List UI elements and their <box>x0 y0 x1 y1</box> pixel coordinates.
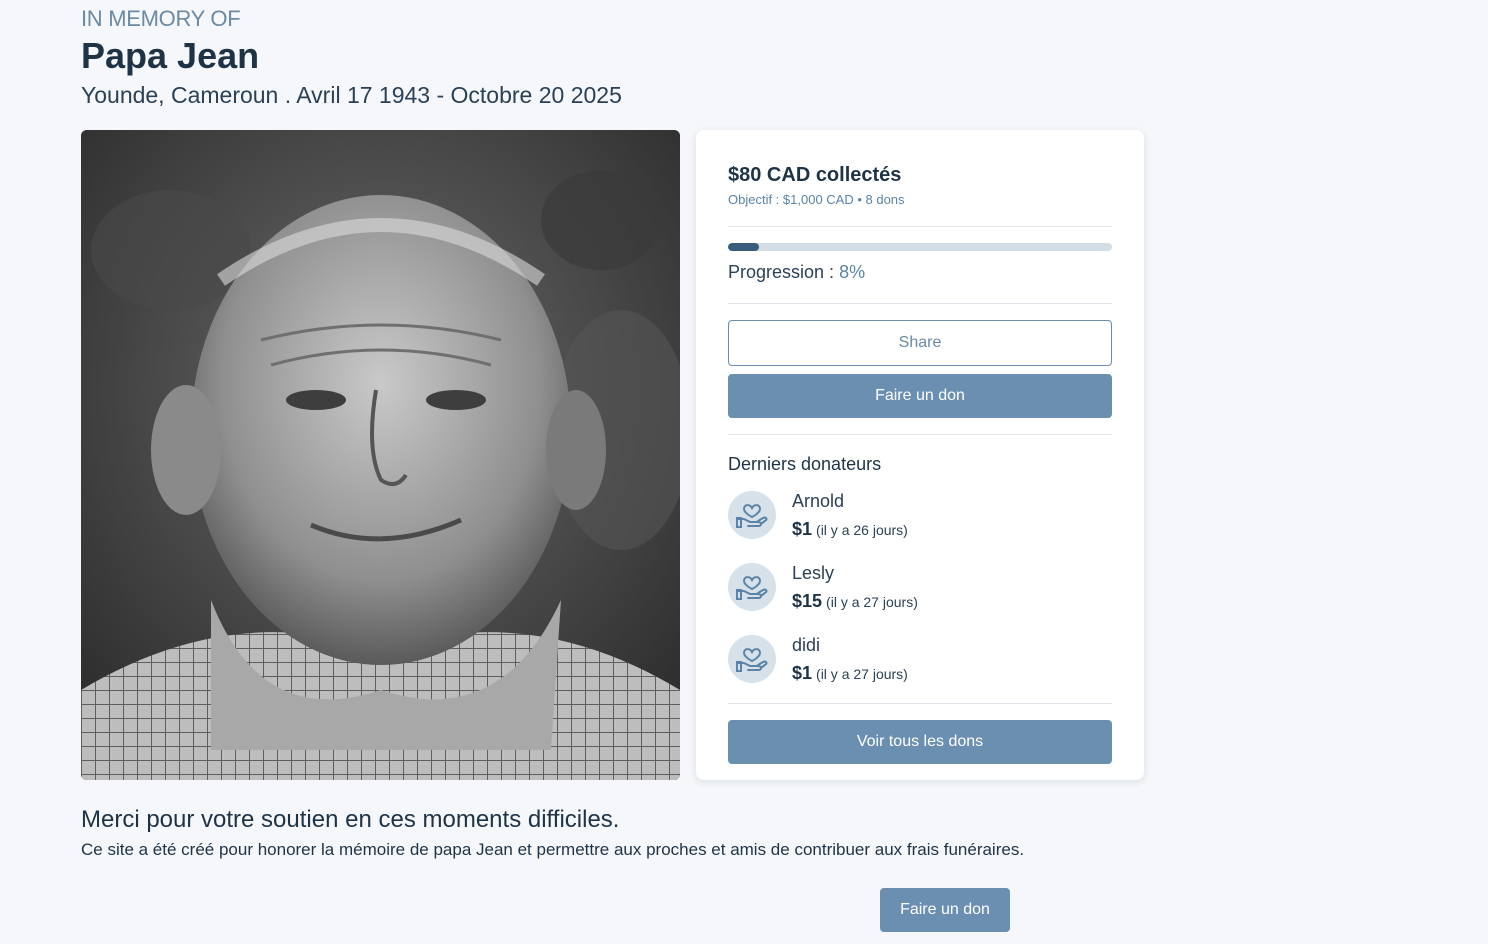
hand-heart-icon <box>728 563 776 611</box>
progress-label: Progression : <box>728 262 840 282</box>
donor-item: didi $1 (il y a 27 jours) <box>728 635 1112 691</box>
donor-item: Lesly $15 (il y a 27 jours) <box>728 563 1112 619</box>
donor-name: Arnold <box>792 491 845 511</box>
progress-bar <box>728 243 1112 251</box>
memorial-page: IN MEMORY OF Papa Jean Younde, Cameroun … <box>0 0 1488 944</box>
donor-name: didi <box>792 635 821 655</box>
donate-button[interactable]: Faire un don <box>728 374 1112 418</box>
donor-item: Arnold $1 (il y a 26 jours) <box>728 491 1112 547</box>
donor-time: (il y a 27 jours) <box>816 666 908 682</box>
divider <box>728 703 1112 704</box>
raised-amount: $80 CAD collectés <box>728 164 902 186</box>
donor-amount-value: $15 <box>792 591 823 611</box>
donor-amount: $1 (il y a 27 jours) <box>792 663 908 684</box>
goal-info: Objectif : $1,000 CAD • 8 dons <box>728 192 905 207</box>
page-title: Papa Jean <box>81 35 260 76</box>
donor-time: (il y a 26 jours) <box>816 522 908 538</box>
donor-amount: $15 (il y a 27 jours) <box>792 591 918 612</box>
description-text: Ce site a été créé pour honorer la mémoi… <box>81 840 1025 859</box>
donation-card: $80 CAD collectés Objectif : $1,000 CAD … <box>696 130 1144 780</box>
memory-label: IN MEMORY OF <box>81 6 241 31</box>
share-button[interactable]: Share <box>728 320 1112 366</box>
divider <box>728 434 1112 435</box>
donor-name: Lesly <box>792 563 835 583</box>
divider <box>728 303 1112 304</box>
hand-heart-icon <box>728 491 776 539</box>
memorial-photo <box>81 130 680 780</box>
donor-amount-value: $1 <box>792 663 813 683</box>
donor-time: (il y a 27 jours) <box>826 594 918 610</box>
hand-heart-icon <box>728 635 776 683</box>
donor-amount-value: $1 <box>792 519 813 539</box>
portrait-photo <box>81 130 680 780</box>
see-all-donations-button[interactable]: Voir tous les dons <box>728 720 1112 764</box>
divider <box>728 226 1112 227</box>
progress-text: Progression : 8% <box>728 262 865 283</box>
page-header: IN MEMORY OF Papa Jean Younde, Cameroun … <box>81 4 622 110</box>
bottom-donate-button[interactable]: Faire un don <box>880 888 1010 932</box>
thanks-heading: Merci pour votre soutien en ces moments … <box>81 806 620 833</box>
progress-fill <box>728 243 759 251</box>
page-subtitle: Younde, Cameroun . Avril 17 1943 - Octob… <box>81 82 622 108</box>
donor-amount: $1 (il y a 26 jours) <box>792 519 908 540</box>
progress-percent: 8% <box>839 262 866 282</box>
donors-title: Derniers donateurs <box>728 454 882 474</box>
